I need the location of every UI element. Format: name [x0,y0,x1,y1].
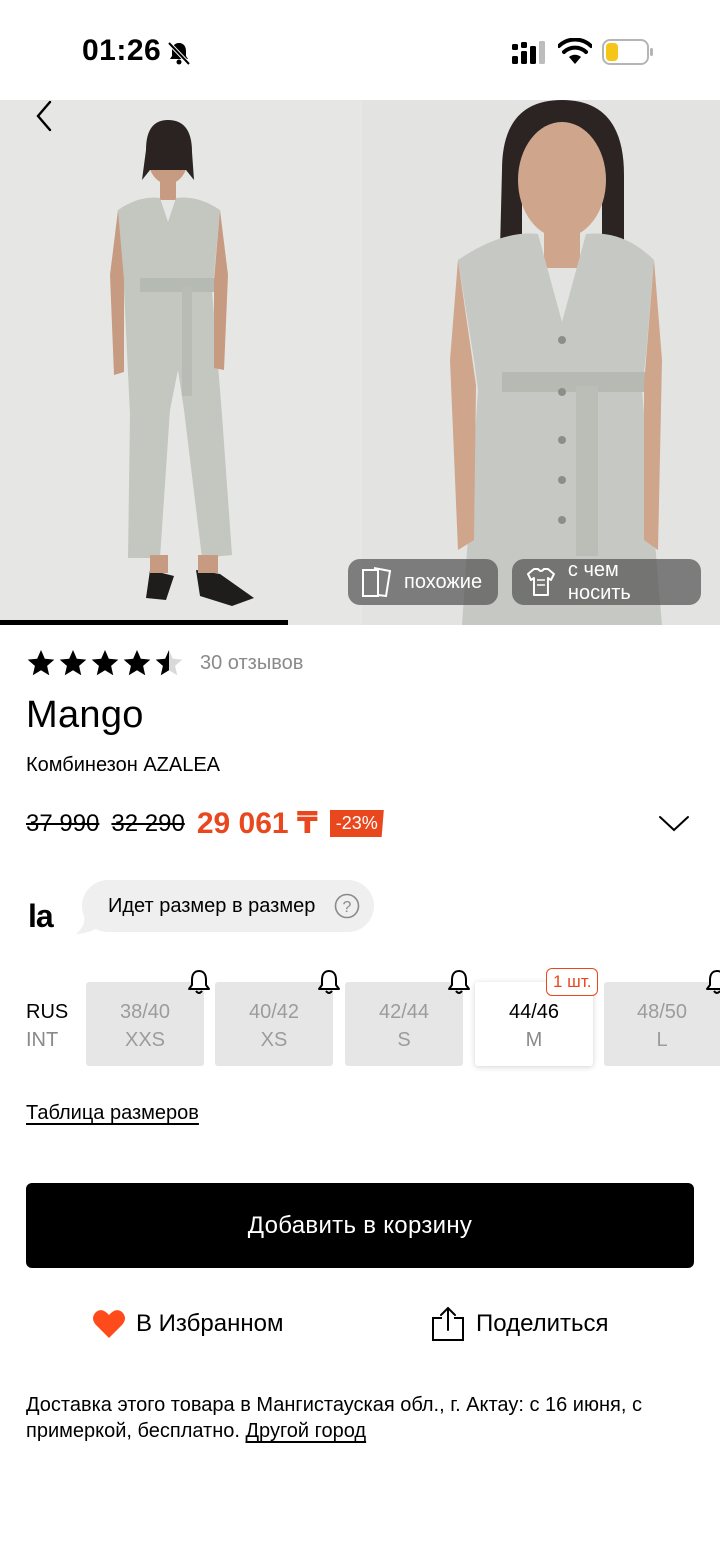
star-icon [59,650,87,676]
gallery-progress-bar [0,620,288,625]
battery-low-icon [602,39,653,65]
chevron-down-icon[interactable] [658,814,690,834]
heart-icon [93,1310,125,1338]
cellular-signal-icon [512,41,545,64]
model-closeup-illustration [362,100,720,625]
size-system-ru: RUS [26,1001,69,1023]
size-ru: 40/42 [248,1001,300,1023]
notify-bell-icon[interactable] [446,968,472,996]
notify-bell-icon[interactable] [704,968,720,996]
size-system-int: INT [26,1029,59,1051]
star-icon [27,650,55,676]
product-photo-full-length[interactable] [0,100,360,625]
status-bar: 01:26 [0,0,720,100]
back-chevron-icon[interactable] [28,100,62,136]
similar-items-label: похожие [404,570,483,593]
size-int: XXS [124,1029,166,1051]
wifi-icon [558,38,592,64]
rating-row[interactable]: 30 отзывов [26,648,303,678]
favorite-label: В Избранном [136,1310,284,1337]
bell-slash-icon [167,41,191,66]
share-label: Поделиться [476,1310,609,1337]
stock-badge: 1 шт. [546,968,599,996]
size-int: L [656,1029,668,1051]
fit-hint-text: Идет размер в размер [108,894,316,917]
bubble-tail [76,916,98,934]
current-price: 29 061 ₸ [196,807,318,840]
wear-with-button[interactable]: с чем носить [512,559,701,605]
size-ru: 38/40 [119,1001,171,1023]
share-button[interactable]: Поделиться [430,1304,609,1344]
rating-stars [26,648,184,678]
size-ru: 48/50 [636,1001,688,1023]
size-int: S [397,1029,411,1051]
fit-hint-bubble[interactable]: Идет размер в размер ? [76,880,374,934]
size-option-l[interactable]: 48/50 L [604,982,720,1066]
wear-with-label: с чем носить [567,559,631,604]
star-icon [91,650,119,676]
size-ru: 42/44 [378,1001,430,1023]
similar-items-button[interactable]: похожие [348,559,498,605]
gallery-progress-track [0,620,720,625]
favorite-button[interactable]: В Избранном [92,1304,283,1344]
model-photo-illustration [0,100,360,625]
brand-name[interactable]: Mango [26,694,144,737]
change-city-link[interactable]: Другой город [246,1420,367,1442]
price-row: 37 990 32 290 29 061 ₸ -23% [26,806,384,841]
old-price-previous: 32 290 [111,809,185,837]
outfit-icon [526,568,555,596]
add-to-cart-button[interactable]: Добавить в корзину [26,1183,694,1268]
old-price-original: 37 990 [26,809,100,837]
status-time: 01:26 [82,34,162,67]
reviews-count[interactable]: 30 отзывов [200,652,303,675]
size-system-labels: RUS INT [26,998,68,1054]
similar-items-icon [362,567,392,598]
notify-bell-icon[interactable] [316,968,342,996]
size-int: M [525,1029,543,1051]
product-photo-closeup[interactable] [362,100,720,625]
svg-text:?: ? [343,899,352,916]
delivery-info: Доставка этого товара в Мангистауская об… [26,1392,686,1444]
notify-bell-icon[interactable] [186,968,212,996]
share-icon [432,1306,464,1341]
size-ru: 44/46 [508,1001,560,1023]
product-name: Комбинезон AZALEA [26,754,221,776]
product-gallery[interactable]: похожие с чем носить [0,100,720,625]
discount-badge: -23% [329,810,384,837]
size-table-link[interactable]: Таблица размеров [26,1102,199,1125]
size-int: XS [260,1029,288,1051]
star-icon [155,650,183,676]
star-icon [123,650,151,676]
fit-assistant-logo: la [28,898,54,934]
question-circle-icon[interactable]: ? [334,893,360,919]
